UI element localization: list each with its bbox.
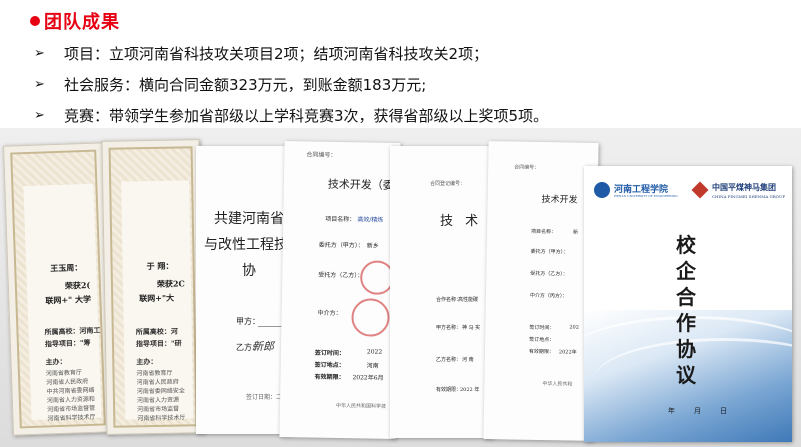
cooperation-agreement-cover: 河南工程学院 HENAN UNIVERSITY OF ENGINEERING 中…	[584, 166, 792, 442]
achievement-list: ➢ 项目：立项河南省科技攻关项目2项；结项河南省科技攻关2项； ➢ 社会服务：横向合…	[34, 42, 548, 135]
valid-period-value: 2022年	[558, 349, 577, 356]
certificate-body: 王玉周： 荣获2( 联网+" 大学 所属高校：河南工 指导项目："筹 主办： 河…	[23, 183, 102, 423]
party-a-value: 神 马 实	[462, 325, 481, 331]
certificate-line: 荣获2(	[64, 279, 91, 291]
developer-label: 受托方（乙方）：	[318, 271, 364, 280]
list-item-text: 社会服务：横向合同金额323万元，到账金额183万元;	[64, 76, 427, 94]
certificate-advisor: 指导项目："研	[135, 338, 182, 349]
certificate-name: 王玉周：	[50, 262, 83, 274]
group-name-en: CHINA PINGMEI SHENMA GROUP	[712, 194, 786, 199]
project-value: 高效/精炼	[357, 216, 384, 224]
certificate-org: 河南省科学技术厅	[137, 414, 186, 423]
certificate-org: 河南省科学技术厅	[47, 413, 96, 423]
contract-document: 合同编号： 技术开发 项目名称： 新 委托方（甲方）： 受托方（乙方）： 中介方…	[483, 141, 599, 441]
project-label: 项目名称：	[325, 215, 356, 224]
sign-place-label: 签订地点：	[529, 336, 555, 344]
certificate-school: 所属高校：河	[135, 326, 178, 337]
sign-place-label: 签订地点：	[314, 361, 345, 370]
sign-time-label: 签订时间：	[314, 349, 345, 358]
certificate-school: 所属高校：河南工	[44, 325, 101, 337]
developer-label: 受托方（乙方）：	[530, 270, 568, 278]
contract-number-label: 合同编号：	[514, 164, 540, 171]
document-title: 技术开发（委	[327, 177, 394, 192]
list-item-text: 竞赛：带领学生参加省部级以上学科竞赛3次，获得省部级以上奖项5项。	[64, 107, 549, 125]
certificate-1: 王玉周： 荣获2( 联网+" 大学 所属高校：河南工 指导项目："筹 主办： 河…	[2, 142, 114, 436]
contract-document: 合同登记编号： 技 术 合 合作名称： 高性能碳 甲方名称： 神 马 实 乙方名…	[390, 146, 494, 438]
document-footer: 中华人民共和国科学技	[335, 402, 387, 410]
certificate-2: 于 翔： 荣获2C 联网+"大 所属高校：河 指导项目："研 主办： 河南省教育…	[101, 139, 205, 435]
certificate-line: 荣获2C	[156, 278, 185, 289]
party-a-label: 甲方名称：	[436, 325, 462, 331]
certificate-name: 于 翔：	[146, 260, 174, 272]
mediator-label: 中介方（丙方）：	[529, 292, 568, 300]
certificate-line: 联网+"大	[139, 292, 175, 304]
section-title: 团队成果	[30, 8, 120, 34]
client-value: 新乡	[366, 242, 379, 250]
sign-time-value: 2022	[366, 348, 383, 356]
school-logo-icon	[594, 182, 610, 198]
certificate-advisor: 指导项目："筹	[44, 337, 91, 349]
mediator-label: 中介方：	[317, 309, 342, 318]
cover-date: 年 月 日	[668, 407, 733, 415]
certificate-org-label: 主办：	[45, 356, 67, 367]
project-value: 高性能碳	[458, 297, 479, 303]
certificate-body: 于 翔： 荣获2C 联网+"大 所属高校：河 指导项目："研 主办： 河南省教育…	[121, 180, 194, 423]
project-label: 项目名称：	[530, 228, 557, 236]
client-label: 委托方（甲方）：	[318, 241, 364, 250]
document-footer: 签订日期：二	[246, 394, 283, 401]
project-value: 新	[572, 229, 579, 236]
agreement-document: 共建河南省 与改性工程技 协 议 甲方： 乙方： 新郎 签订日期：二	[196, 146, 292, 434]
document-title: 技 术 合	[440, 214, 494, 229]
contract-number-label: 合同登记编号：	[430, 181, 466, 187]
certificate-org-label: 主办：	[136, 356, 158, 367]
signature: 新郎	[252, 340, 274, 353]
valid-period-value: 2022 年	[460, 387, 480, 393]
valid-period-value: 2022年6月	[352, 374, 384, 382]
list-item: ➢ 社会服务：横向合同金额323万元，到账金额183万元;	[34, 73, 548, 104]
valid-period-label: 有效期限：	[528, 348, 555, 356]
document-title: 技术开发	[541, 194, 578, 206]
party-b-label: 乙方名称：	[436, 357, 462, 363]
arrow-bullet-icon: ➢	[34, 46, 45, 61]
valid-period-label: 有效期限：	[314, 373, 345, 382]
document-footer: 中华人民共和	[542, 381, 573, 388]
valid-period-label: 有效期限：	[436, 387, 462, 393]
party-b-value: 河 南	[462, 357, 474, 363]
cover-title: 校企合作协议	[676, 233, 696, 387]
sign-time-value: 202	[569, 324, 579, 331]
party-a-label: 甲方：	[236, 317, 260, 326]
document-title: 与改性工程技	[204, 237, 288, 253]
group-name: 中国平煤神马集团	[712, 183, 776, 192]
list-item: ➢ 项目：立项河南省科技攻关项目2项；结项河南省科技攻关2项；	[34, 42, 548, 73]
sign-time-label: 签订时间：	[529, 324, 555, 332]
contract-number-label: 合同编号：	[306, 151, 337, 159]
client-label: 委托方（甲方）：	[530, 248, 569, 256]
section-title-text: 团队成果	[44, 12, 120, 33]
arrow-bullet-icon: ➢	[34, 108, 45, 123]
certificate-line: 联网+" 大学	[45, 293, 92, 306]
group-logo-icon	[691, 181, 709, 199]
school-name-en: HENAN UNIVERSITY OF ENGINEERING	[614, 194, 678, 198]
slide: 团队成果 ➢ 项目：立项河南省科技攻关项目2项；结项河南省科技攻关2项； ➢ 社会服…	[0, 0, 801, 447]
sign-place-value: 河南	[366, 362, 379, 370]
arrow-bullet-icon: ➢	[34, 77, 45, 92]
document-title: 共建河南省	[214, 211, 284, 227]
list-item-text: 项目：立项河南省科技攻关项目2项；结项河南省科技攻关2项；	[64, 45, 489, 63]
bullet-dot-icon	[30, 16, 40, 26]
contract-document: 合同编号： 技术开发（委 项目名称： 高效/精炼 委托方（甲方）： 新乡 受托方…	[279, 141, 401, 439]
